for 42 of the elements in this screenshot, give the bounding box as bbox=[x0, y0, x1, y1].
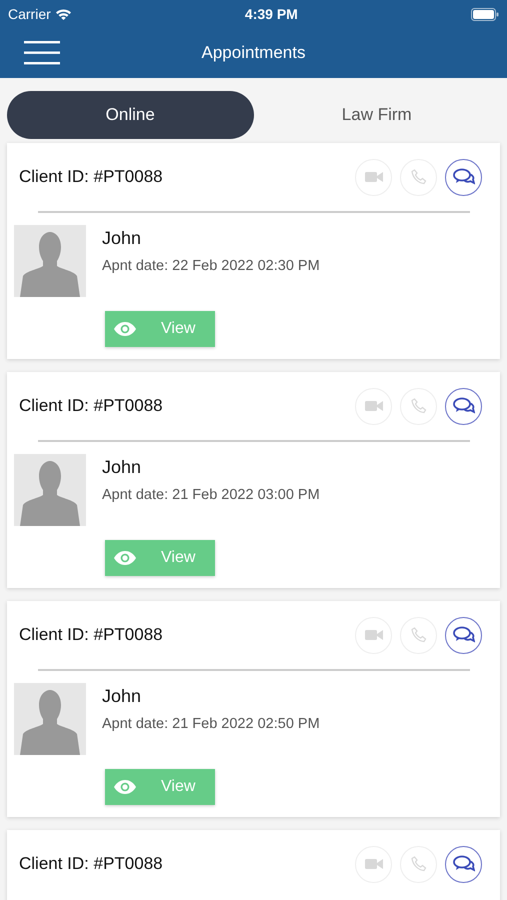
avatar-icon bbox=[14, 454, 86, 526]
view-button[interactable]: View bbox=[105, 769, 215, 805]
wifi-icon bbox=[54, 8, 72, 20]
appointment-date: Apnt date: 22 Feb 2022 02:30 PM bbox=[102, 257, 320, 276]
appointment-date: Apnt date: 21 Feb 2022 02:50 PM bbox=[102, 715, 320, 734]
eye-icon bbox=[113, 550, 137, 566]
client-id: Client ID: #PT0088 bbox=[19, 395, 163, 418]
chat-button[interactable] bbox=[445, 388, 482, 424]
appointment-date: Apnt date: 21 Feb 2022 03:00 PM bbox=[102, 486, 320, 505]
phone-icon bbox=[410, 398, 426, 414]
client-name: John bbox=[102, 456, 142, 479]
page-title: Appointments bbox=[202, 42, 306, 64]
chat-icon bbox=[452, 626, 474, 644]
tab[interactable]: Law Firm bbox=[254, 91, 500, 139]
phone-icon bbox=[410, 169, 426, 185]
battery-icon bbox=[470, 8, 499, 20]
client-id: Client ID: #PT0088 bbox=[19, 624, 163, 646]
chat-button[interactable] bbox=[445, 846, 482, 882]
video-camera-icon bbox=[364, 399, 382, 413]
video-camera-icon bbox=[364, 628, 382, 642]
chat-icon bbox=[452, 168, 474, 186]
client-name: John bbox=[102, 685, 142, 708]
client-id: Client ID: #PT0088 bbox=[19, 166, 163, 188]
phone-icon bbox=[410, 856, 426, 872]
client-id: Client ID: #PT0088 bbox=[19, 853, 163, 876]
chat-icon bbox=[452, 397, 474, 415]
eye-icon bbox=[113, 779, 137, 795]
view-button[interactable]: View bbox=[105, 540, 215, 576]
eye-icon bbox=[113, 321, 137, 337]
tab[interactable]: Online bbox=[7, 91, 254, 139]
chat-icon bbox=[452, 855, 474, 873]
phone-icon bbox=[410, 627, 426, 643]
chat-button[interactable] bbox=[445, 616, 482, 654]
avatar-icon bbox=[14, 225, 86, 297]
chat-button[interactable] bbox=[445, 158, 482, 196]
video-camera-icon bbox=[364, 857, 382, 871]
carrier-label: Carrier bbox=[8, 4, 51, 24]
video-camera-icon bbox=[364, 170, 382, 184]
view-button[interactable]: View bbox=[105, 311, 215, 347]
clock: 4:39 PM bbox=[244, 4, 298, 24]
client-name: John bbox=[102, 227, 142, 250]
avatar-icon bbox=[14, 683, 86, 755]
